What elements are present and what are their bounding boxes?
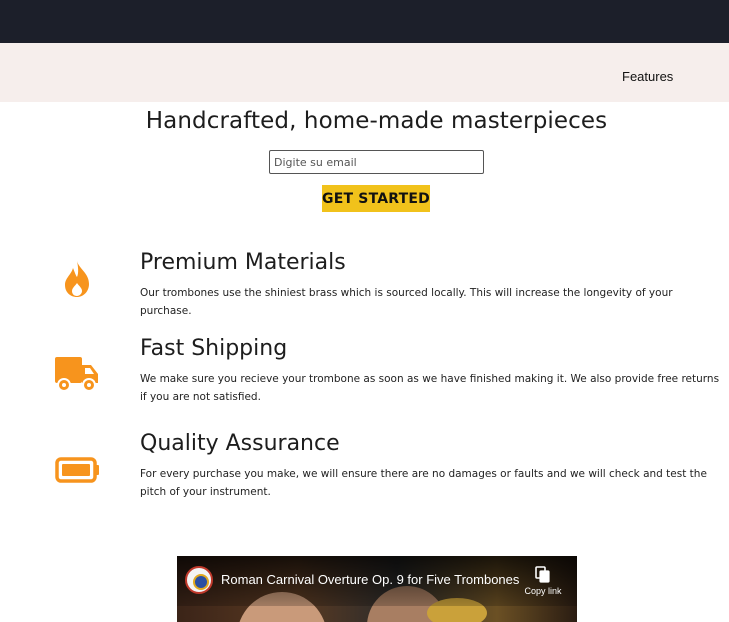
hero-title: Handcrafted, home-made masterpieces bbox=[145, 108, 608, 134]
feature-title: Quality Assurance bbox=[140, 431, 340, 456]
channel-logo-icon[interactable] bbox=[185, 566, 213, 594]
battery-icon bbox=[55, 457, 101, 487]
copy-link-label: Copy link bbox=[524, 586, 562, 596]
video-embed[interactable]: Roman Carnival Overture Op. 9 for Five T… bbox=[177, 556, 577, 622]
copy-icon bbox=[535, 566, 550, 583]
fire-icon bbox=[62, 259, 92, 303]
feature-text: For every purchase you make, we will ens… bbox=[140, 468, 707, 498]
top-bar bbox=[0, 0, 729, 43]
feature-title: Fast Shipping bbox=[140, 336, 288, 361]
get-started-button[interactable]: GET STARTED bbox=[322, 185, 430, 212]
nav-link-features[interactable]: Features bbox=[622, 69, 673, 84]
feature-text: Our trombones use the shiniest brass whi… bbox=[140, 287, 673, 317]
feature-text: We make sure you recieve your trombone a… bbox=[140, 373, 720, 403]
feature-title: Premium Materials bbox=[140, 250, 346, 275]
truck-icon bbox=[54, 355, 100, 397]
navbar bbox=[0, 43, 729, 102]
video-title[interactable]: Roman Carnival Overture Op. 9 for Five T… bbox=[221, 572, 519, 587]
email-input[interactable] bbox=[269, 150, 484, 174]
copy-link-button[interactable]: Copy link bbox=[517, 566, 569, 596]
